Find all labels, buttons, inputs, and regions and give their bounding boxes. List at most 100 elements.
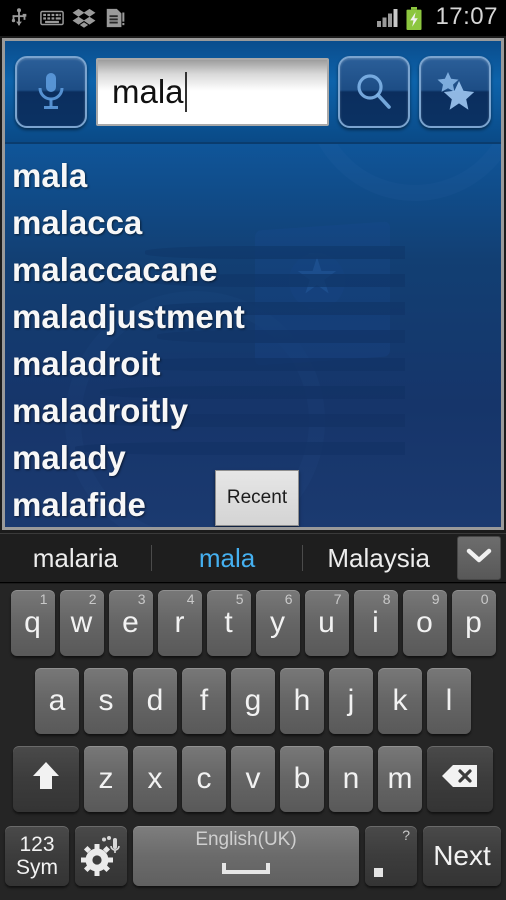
key-sup: 5 — [235, 591, 244, 607]
key-sup: 2 — [88, 591, 97, 607]
backspace-key[interactable] — [427, 746, 493, 812]
key-sup: 0 — [480, 591, 489, 607]
key-r[interactable]: 4r — [157, 590, 202, 656]
key-y[interactable]: 6y — [255, 590, 300, 656]
list-item[interactable]: malacca — [12, 199, 501, 246]
dictionary-app-window: mala mala malacca malaccacane maladjustm… — [2, 38, 504, 530]
key-label: p — [465, 606, 482, 639]
key-o[interactable]: 9o — [402, 590, 447, 656]
symbols-key-line2: Sym — [16, 856, 58, 879]
signal-icon — [377, 7, 399, 29]
symbols-key-line1: 123 — [19, 833, 55, 856]
key-u[interactable]: 7u — [304, 590, 349, 656]
dropbox-icon — [72, 7, 96, 29]
keyboard-row-4: 123 Sym English(UK) ? Next — [0, 818, 506, 894]
period-key-sup: ? — [402, 827, 410, 843]
key-w[interactable]: 2w — [59, 590, 104, 656]
key-j[interactable]: j — [329, 668, 373, 734]
status-bar-right-icons: 17:07 — [377, 5, 498, 31]
space-bar-glyph — [221, 852, 271, 882]
list-item[interactable]: maladroitly — [12, 387, 501, 434]
keyboard-row-1: 1q 2w 3e 4r 5t 6y 7u 8i 9o 0p — [0, 584, 506, 662]
list-item[interactable]: mala — [12, 152, 501, 199]
key-label: i — [372, 606, 379, 639]
key-c[interactable]: c — [182, 746, 226, 812]
key-sup: 9 — [431, 591, 440, 607]
key-x[interactable]: x — [133, 746, 177, 812]
on-screen-keyboard: 1q 2w 3e 4r 5t 6y 7u 8i 9o 0p a s d f g … — [0, 584, 506, 900]
search-input[interactable]: mala — [96, 57, 329, 126]
key-v[interactable]: v — [231, 746, 275, 812]
suggestion-item-2[interactable]: mala — [152, 543, 303, 574]
key-label: q — [24, 606, 41, 639]
key-q[interactable]: 1q — [10, 590, 55, 656]
phone-screen: 17:07 mala mala malacca malaccacane mala… — [0, 0, 506, 900]
key-label: y — [270, 606, 285, 639]
key-h[interactable]: h — [280, 668, 324, 734]
status-bar-left-icons — [8, 7, 377, 29]
key-i[interactable]: 8i — [353, 590, 398, 656]
gear-mic-icon — [80, 835, 122, 877]
key-label: w — [70, 606, 93, 639]
symbols-key[interactable]: 123 Sym — [5, 826, 69, 886]
status-bar-clock: 17:07 — [435, 3, 498, 30]
key-k[interactable]: k — [378, 668, 422, 734]
keyboard-row-3: z x c v b n m — [0, 740, 506, 818]
list-item[interactable]: malaccacane — [12, 246, 501, 293]
key-a[interactable]: a — [35, 668, 79, 734]
key-label: e — [122, 606, 139, 639]
period-key[interactable]: ? — [365, 826, 417, 886]
sdcard-icon — [104, 7, 126, 29]
word-suggestion-list[interactable]: mala malacca malaccacane maladjustment m… — [5, 146, 501, 527]
settings-key[interactable] — [75, 826, 127, 886]
search-input-value: mala — [112, 73, 184, 110]
keyboard-row-2: a s d f g h j k l — [0, 662, 506, 740]
keyboard-icon — [40, 7, 64, 29]
key-sup: 1 — [39, 591, 48, 607]
chevron-down-icon — [466, 548, 492, 569]
key-b[interactable]: b — [280, 746, 324, 812]
key-sup: 3 — [137, 591, 146, 607]
key-m[interactable]: m — [378, 746, 422, 812]
key-sup: 8 — [382, 591, 391, 607]
key-f[interactable]: f — [182, 668, 226, 734]
status-bar: 17:07 — [0, 0, 506, 36]
list-item[interactable]: maladroit — [12, 340, 501, 387]
key-label: r — [174, 606, 185, 639]
key-t[interactable]: 5t — [206, 590, 251, 656]
recent-button[interactable]: Recent — [215, 470, 299, 526]
key-label: u — [318, 606, 335, 639]
voice-search-button[interactable] — [15, 55, 87, 128]
key-label: o — [416, 606, 433, 639]
space-key-language-label: English(UK) — [195, 829, 297, 850]
space-key[interactable]: English(UK) — [133, 826, 359, 886]
key-l[interactable]: l — [427, 668, 471, 734]
shift-key[interactable] — [13, 746, 79, 812]
favorites-button[interactable] — [419, 55, 491, 128]
expand-suggestions-button[interactable] — [457, 536, 502, 580]
suggestion-item-3[interactable]: Malaysia — [303, 543, 454, 574]
suggestion-item-1[interactable]: malaria — [0, 543, 151, 574]
search-bar: mala — [5, 41, 501, 144]
period-glyph — [374, 868, 383, 877]
backspace-icon — [441, 763, 479, 795]
usb-icon — [8, 7, 30, 29]
key-g[interactable]: g — [231, 668, 275, 734]
key-sup: 6 — [284, 591, 293, 607]
key-sup: 4 — [186, 591, 195, 607]
key-label: t — [224, 606, 233, 639]
battery-charging-icon — [406, 7, 428, 30]
shift-icon — [31, 760, 61, 798]
key-z[interactable]: z — [84, 746, 128, 812]
text-cursor — [184, 71, 187, 112]
key-sup: 7 — [333, 591, 342, 607]
list-item[interactable]: maladjustment — [12, 293, 501, 340]
next-key[interactable]: Next — [423, 826, 501, 886]
keyboard-suggestion-bar: malaria mala Malaysia — [0, 533, 506, 583]
search-button[interactable] — [338, 55, 410, 128]
key-n[interactable]: n — [329, 746, 373, 812]
key-s[interactable]: s — [84, 668, 128, 734]
key-e[interactable]: 3e — [108, 590, 153, 656]
key-d[interactable]: d — [133, 668, 177, 734]
key-p[interactable]: 0p — [451, 590, 496, 656]
